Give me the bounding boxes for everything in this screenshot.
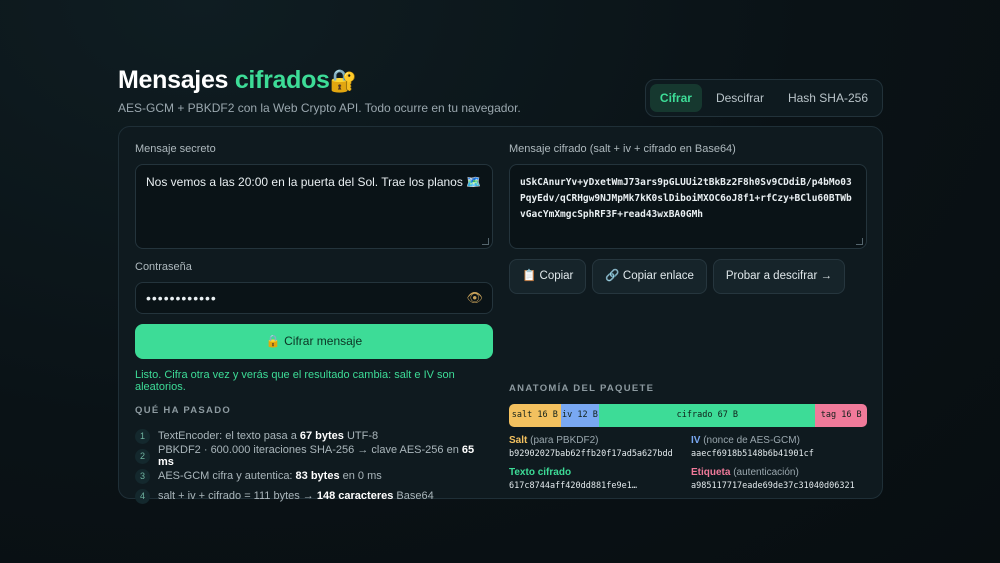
copy-link-button[interactable]: 🔗 Copiar enlace (592, 259, 707, 294)
cipher-label: Mensaje cifrado (salt + iv + cifrado en … (509, 143, 736, 155)
resize-handle[interactable] (856, 238, 863, 245)
tag-value: a985117717eade69de37c31040d06321 (691, 481, 855, 491)
cipher-output: Mensaje cifrado (salt + iv + cifrado en … (509, 143, 867, 491)
step-item: 2 PBKDF2 · 600.000 iteraciones SHA-256 →… (135, 444, 493, 468)
bar-segment-iv: iv 12 B (560, 404, 600, 427)
package-bar: salt 16 B iv 12 B cifrado 67 B tag 16 B (509, 404, 867, 427)
cipher-actions: 📋 Copiar 🔗 Copiar enlace Probar a descif… (509, 259, 867, 294)
ciphertext-value: 617c8744aff420dd881fe9e1… (509, 481, 637, 491)
bar-segment-tag: tag 16 B (815, 404, 867, 427)
step-item: 4 salt + iv + cifrado = 111 bytes → 148 … (135, 486, 493, 506)
iv-value: aaecf6918b5148b6b41901cf (691, 449, 814, 459)
package-anatomy: ANATOMÍA DEL PAQUETE salt 16 B iv 12 B c… (509, 383, 867, 491)
page-header: Mensajes cifrados🔐 AES-GCM + PBKDF2 con … (118, 66, 883, 117)
message-label: Mensaje secreto (135, 143, 216, 155)
lock-key-icon: 🔐 (329, 68, 357, 93)
bar-segment-ciphertext: cifrado 67 B (599, 404, 816, 427)
step-text: salt + iv + cifrado = 111 bytes → 148 ca… (158, 490, 434, 502)
step-text: TextEncoder: el texto pasa a 67 bytes UT… (158, 430, 379, 442)
encrypt-button[interactable]: 🔒 Cifrar mensaje (135, 324, 493, 359)
anatomy-title: ANATOMÍA DEL PAQUETE (509, 383, 655, 394)
step-text: PBKDF2 · 600.000 iteraciones SHA-256 → c… (158, 444, 475, 468)
password-input[interactable]: •••••••••••• (135, 282, 493, 314)
status-message: Listo. Cifra otra vez y verás que el res… (135, 369, 455, 393)
title-main: Mensajes (118, 66, 235, 94)
step-item: 1 TextEncoder: el texto pasa a 67 bytes … (135, 426, 493, 446)
legend-iv: IV (nonce de AES-GCM) aaecf6918b5148b6b4… (691, 435, 867, 459)
main-panel: Mensaje secreto Nos vemos a las 20:00 en… (118, 126, 883, 504)
mode-tabs: Cifrar Descifrar Hash SHA-256 (644, 79, 883, 117)
step-number: 1 (135, 428, 150, 444)
step-text: AES-GCM cifra y autentica: 83 bytes en 0… (158, 470, 382, 482)
cipher-text: uSkCAnurYv+yDxetWmJ73ars9pGLUUi2tBkBz2F8… (520, 177, 852, 220)
tab-hash-sha256[interactable]: Hash SHA-256 (778, 84, 878, 112)
anatomy-legend: Salt (para PBKDF2) b92902027bab62ffb20f1… (509, 435, 867, 491)
legend-tag: Etiqueta (autenticación) a985117717eade6… (691, 467, 867, 491)
eye-icon[interactable]: 👁 (466, 290, 483, 306)
secret-message-input[interactable]: Nos vemos a las 20:00 en la puerta del S… (135, 164, 493, 249)
password-label: Contraseña (135, 261, 192, 273)
salt-value: b92902027bab62ffb20f17ad5a627bdd (509, 449, 673, 459)
legend-ciphertext: Texto cifrado 617c8744aff420dd881fe9e1… (509, 467, 691, 491)
encrypt-form: Mensaje secreto Nos vemos a las 20:00 en… (135, 143, 493, 506)
bar-segment-salt: salt 16 B (509, 404, 561, 427)
tab-descifrar[interactable]: Descifrar (706, 84, 774, 112)
cipher-output-textarea[interactable]: uSkCAnurYv+yDxetWmJ73ars9pGLUUi2tBkBz2F8… (509, 164, 867, 249)
tab-cifrar[interactable]: Cifrar (649, 84, 702, 112)
step-item: 3 AES-GCM cifra y autentica: 83 bytes en… (135, 466, 493, 486)
resize-handle[interactable] (482, 238, 489, 245)
copy-button[interactable]: 📋 Copiar (509, 259, 587, 294)
step-number: 3 (135, 468, 150, 484)
steps-list: 1 TextEncoder: el texto pasa a 67 bytes … (135, 426, 493, 506)
step-number: 2 (135, 448, 150, 464)
title-accent: cifrados (234, 66, 330, 94)
try-decrypt-button[interactable]: Probar a descifrar → (712, 259, 845, 294)
legend-salt: Salt (para PBKDF2) b92902027bab62ffb20f1… (509, 435, 691, 459)
step-number: 4 (135, 488, 150, 504)
password-field-wrap: •••••••••••• 👁 (135, 282, 493, 314)
steps-title: QUÉ HA PASADO (135, 405, 232, 416)
secret-message-text: Nos vemos a las 20:00 en la puerta del S… (146, 175, 482, 189)
